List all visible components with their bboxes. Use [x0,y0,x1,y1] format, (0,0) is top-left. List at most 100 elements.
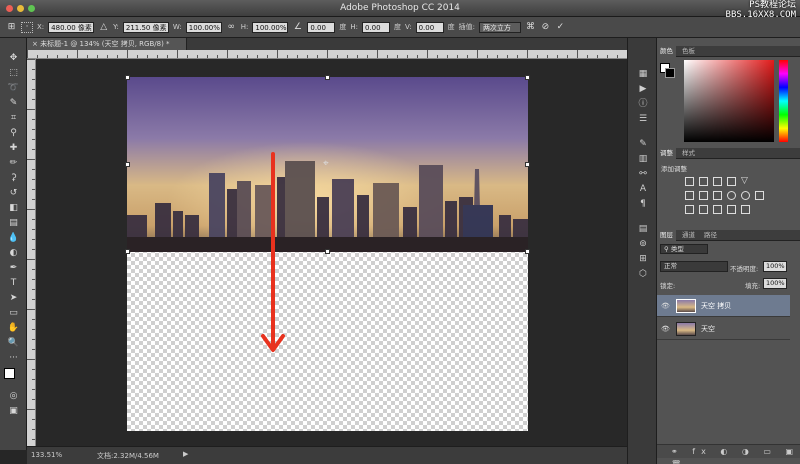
transform-handle[interactable] [525,249,530,254]
close-window-button[interactable] [6,5,13,12]
lasso-tool-icon[interactable]: ➰ [5,82,22,94]
color-field[interactable] [684,60,774,142]
brush-presets-icon[interactable]: ▥ [636,153,650,166]
tab-styles[interactable]: 样式 [679,148,698,159]
layer-filter-select[interactable]: ⚲ 类型 [660,244,708,254]
link-icon[interactable]: ∞ [226,22,237,33]
clone-stamp-tool-icon[interactable]: ⚳ [5,172,22,184]
commit-transform-icon[interactable]: ✓ [555,22,566,33]
more-tools-icon[interactable]: ··· [5,352,22,364]
path-selection-tool-icon[interactable]: ➤ [5,292,22,304]
zoom-window-button[interactable] [28,5,35,12]
y-field[interactable]: 211.50 像素 [122,21,169,33]
delta-icon[interactable]: △ [98,22,109,33]
channel-mixer-icon[interactable] [741,191,750,200]
tab-adjustments[interactable]: 调整 [657,148,676,159]
background-swatch[interactable] [665,68,675,78]
paragraph-panel-icon[interactable]: ¶ [636,198,650,211]
transform-handle[interactable] [525,162,530,167]
foreground-color-swatch[interactable] [4,368,15,379]
tab-channels[interactable]: 通道 [679,230,698,241]
hand-tool-icon[interactable]: ✋ [5,322,22,334]
black-white-icon[interactable] [713,191,722,200]
document-tab[interactable]: × 未标题-1 @ 134% (天空 拷贝, RGB/8) * [27,38,187,50]
hue-slider[interactable] [779,60,788,142]
clone-source-icon[interactable]: ⚯ [636,168,650,181]
w-field[interactable]: 100.00% [185,21,222,33]
marquee-tool-icon[interactable]: ⬚ [5,67,22,79]
libraries-panel-icon[interactable]: ▤ [636,223,650,236]
minimize-window-button[interactable] [17,5,24,12]
tool-preset-icon[interactable]: ⊞ [6,22,17,33]
transform-handle[interactable] [125,75,130,80]
gradient-map-icon[interactable] [741,205,750,214]
brush-tool-icon[interactable]: ✏ [5,157,22,169]
vertical-ruler[interactable] [27,59,36,446]
document-size[interactable]: 文档:2.32M/4.56M [97,451,159,461]
fill-field[interactable]: 100% [763,278,787,289]
tab-paths[interactable]: 路径 [701,230,720,241]
h-field[interactable]: 100.00% [252,21,289,33]
tab-layers[interactable]: 图层 [657,230,676,241]
layer-row-sky[interactable]: 👁 天空 [657,318,790,340]
hskew-field[interactable]: 0.00 [362,21,390,33]
angle-field[interactable]: 0.00 [307,21,336,33]
healing-brush-tool-icon[interactable]: ✚ [5,142,22,154]
zoom-level[interactable]: 133.51% [31,451,62,459]
eye-icon[interactable]: 👁 [661,295,670,317]
brightness-icon[interactable] [685,177,694,186]
interpolation-select[interactable]: 两次立方 [478,21,521,33]
transform-handle[interactable] [325,249,330,254]
tab-swatches[interactable]: 色板 [679,46,698,57]
zoom-tool-icon[interactable]: 🔍 [5,337,22,349]
warp-mode-icon[interactable]: ⌘ [525,22,536,33]
screen-mode-icon[interactable]: ▣ [5,405,22,417]
crop-tool-icon[interactable]: ⌗ [5,112,22,124]
opacity-field[interactable]: 100% [763,261,787,272]
eyedropper-tool-icon[interactable]: ⚲ [5,127,22,139]
cancel-transform-icon[interactable]: ⊘ [540,22,551,33]
status-menu-arrow-icon[interactable]: ▶ [183,450,188,458]
reference-point-icon[interactable]: · [21,21,33,33]
transform-handle[interactable] [325,75,330,80]
posterize-icon[interactable] [699,205,708,214]
blur-tool-icon[interactable]: 💧 [5,232,22,244]
history-brush-tool-icon[interactable]: ↺ [5,187,22,199]
rectangle-tool-icon[interactable]: ▭ [5,307,22,319]
actions-panel-icon[interactable]: ▶ [636,83,650,96]
move-tool-icon[interactable]: ✥ [5,52,22,64]
quick-selection-tool-icon[interactable]: ✎ [5,97,22,109]
character-panel-icon[interactable]: A [636,183,650,196]
gradient-tool-icon[interactable]: ▤ [5,217,22,229]
invert-icon[interactable] [685,205,694,214]
transform-handle[interactable] [125,162,130,167]
blend-mode-select[interactable]: 正常 [660,261,728,272]
eye-icon[interactable]: 👁 [661,318,670,340]
vskew-field[interactable]: 0.00 [415,21,444,33]
quick-mask-icon[interactable]: ◎ [5,390,22,402]
history-panel-icon[interactable]: ▦ [636,68,650,81]
tab-color[interactable]: 颜色 [657,46,676,57]
levels-icon[interactable] [699,177,708,186]
exposure-icon[interactable] [727,177,736,186]
transform-handle[interactable] [125,249,130,254]
selective-color-icon[interactable] [727,205,736,214]
horizontal-ruler[interactable] [27,50,627,59]
close-tab-icon[interactable]: × [32,40,38,48]
layer-row-sky-copy[interactable]: 👁 天空 拷贝 [657,295,790,317]
tool-presets-icon[interactable]: ⊚ [636,238,650,251]
threshold-icon[interactable] [713,205,722,214]
eraser-tool-icon[interactable]: ◧ [5,202,22,214]
brush-panel-icon[interactable]: ✎ [636,138,650,151]
hue-saturation-icon[interactable] [685,191,694,200]
timeline-panel-icon[interactable]: ⊞ [636,253,650,266]
color-balance-icon[interactable] [699,191,708,200]
properties-panel-icon[interactable]: ☰ [636,113,650,126]
layers-footer-buttons[interactable]: ⚭ fx ◐ ◑ ▭ ▣ 🗑 [657,444,800,464]
curves-icon[interactable] [713,177,722,186]
info-panel-icon[interactable]: ⓘ [636,98,650,111]
3d-panel-icon[interactable]: ⬡ [636,268,650,281]
x-field[interactable]: 480.00 像素 [48,21,95,33]
vibrance-icon[interactable]: ▽ [741,177,750,186]
type-tool-icon[interactable]: T [5,277,22,289]
